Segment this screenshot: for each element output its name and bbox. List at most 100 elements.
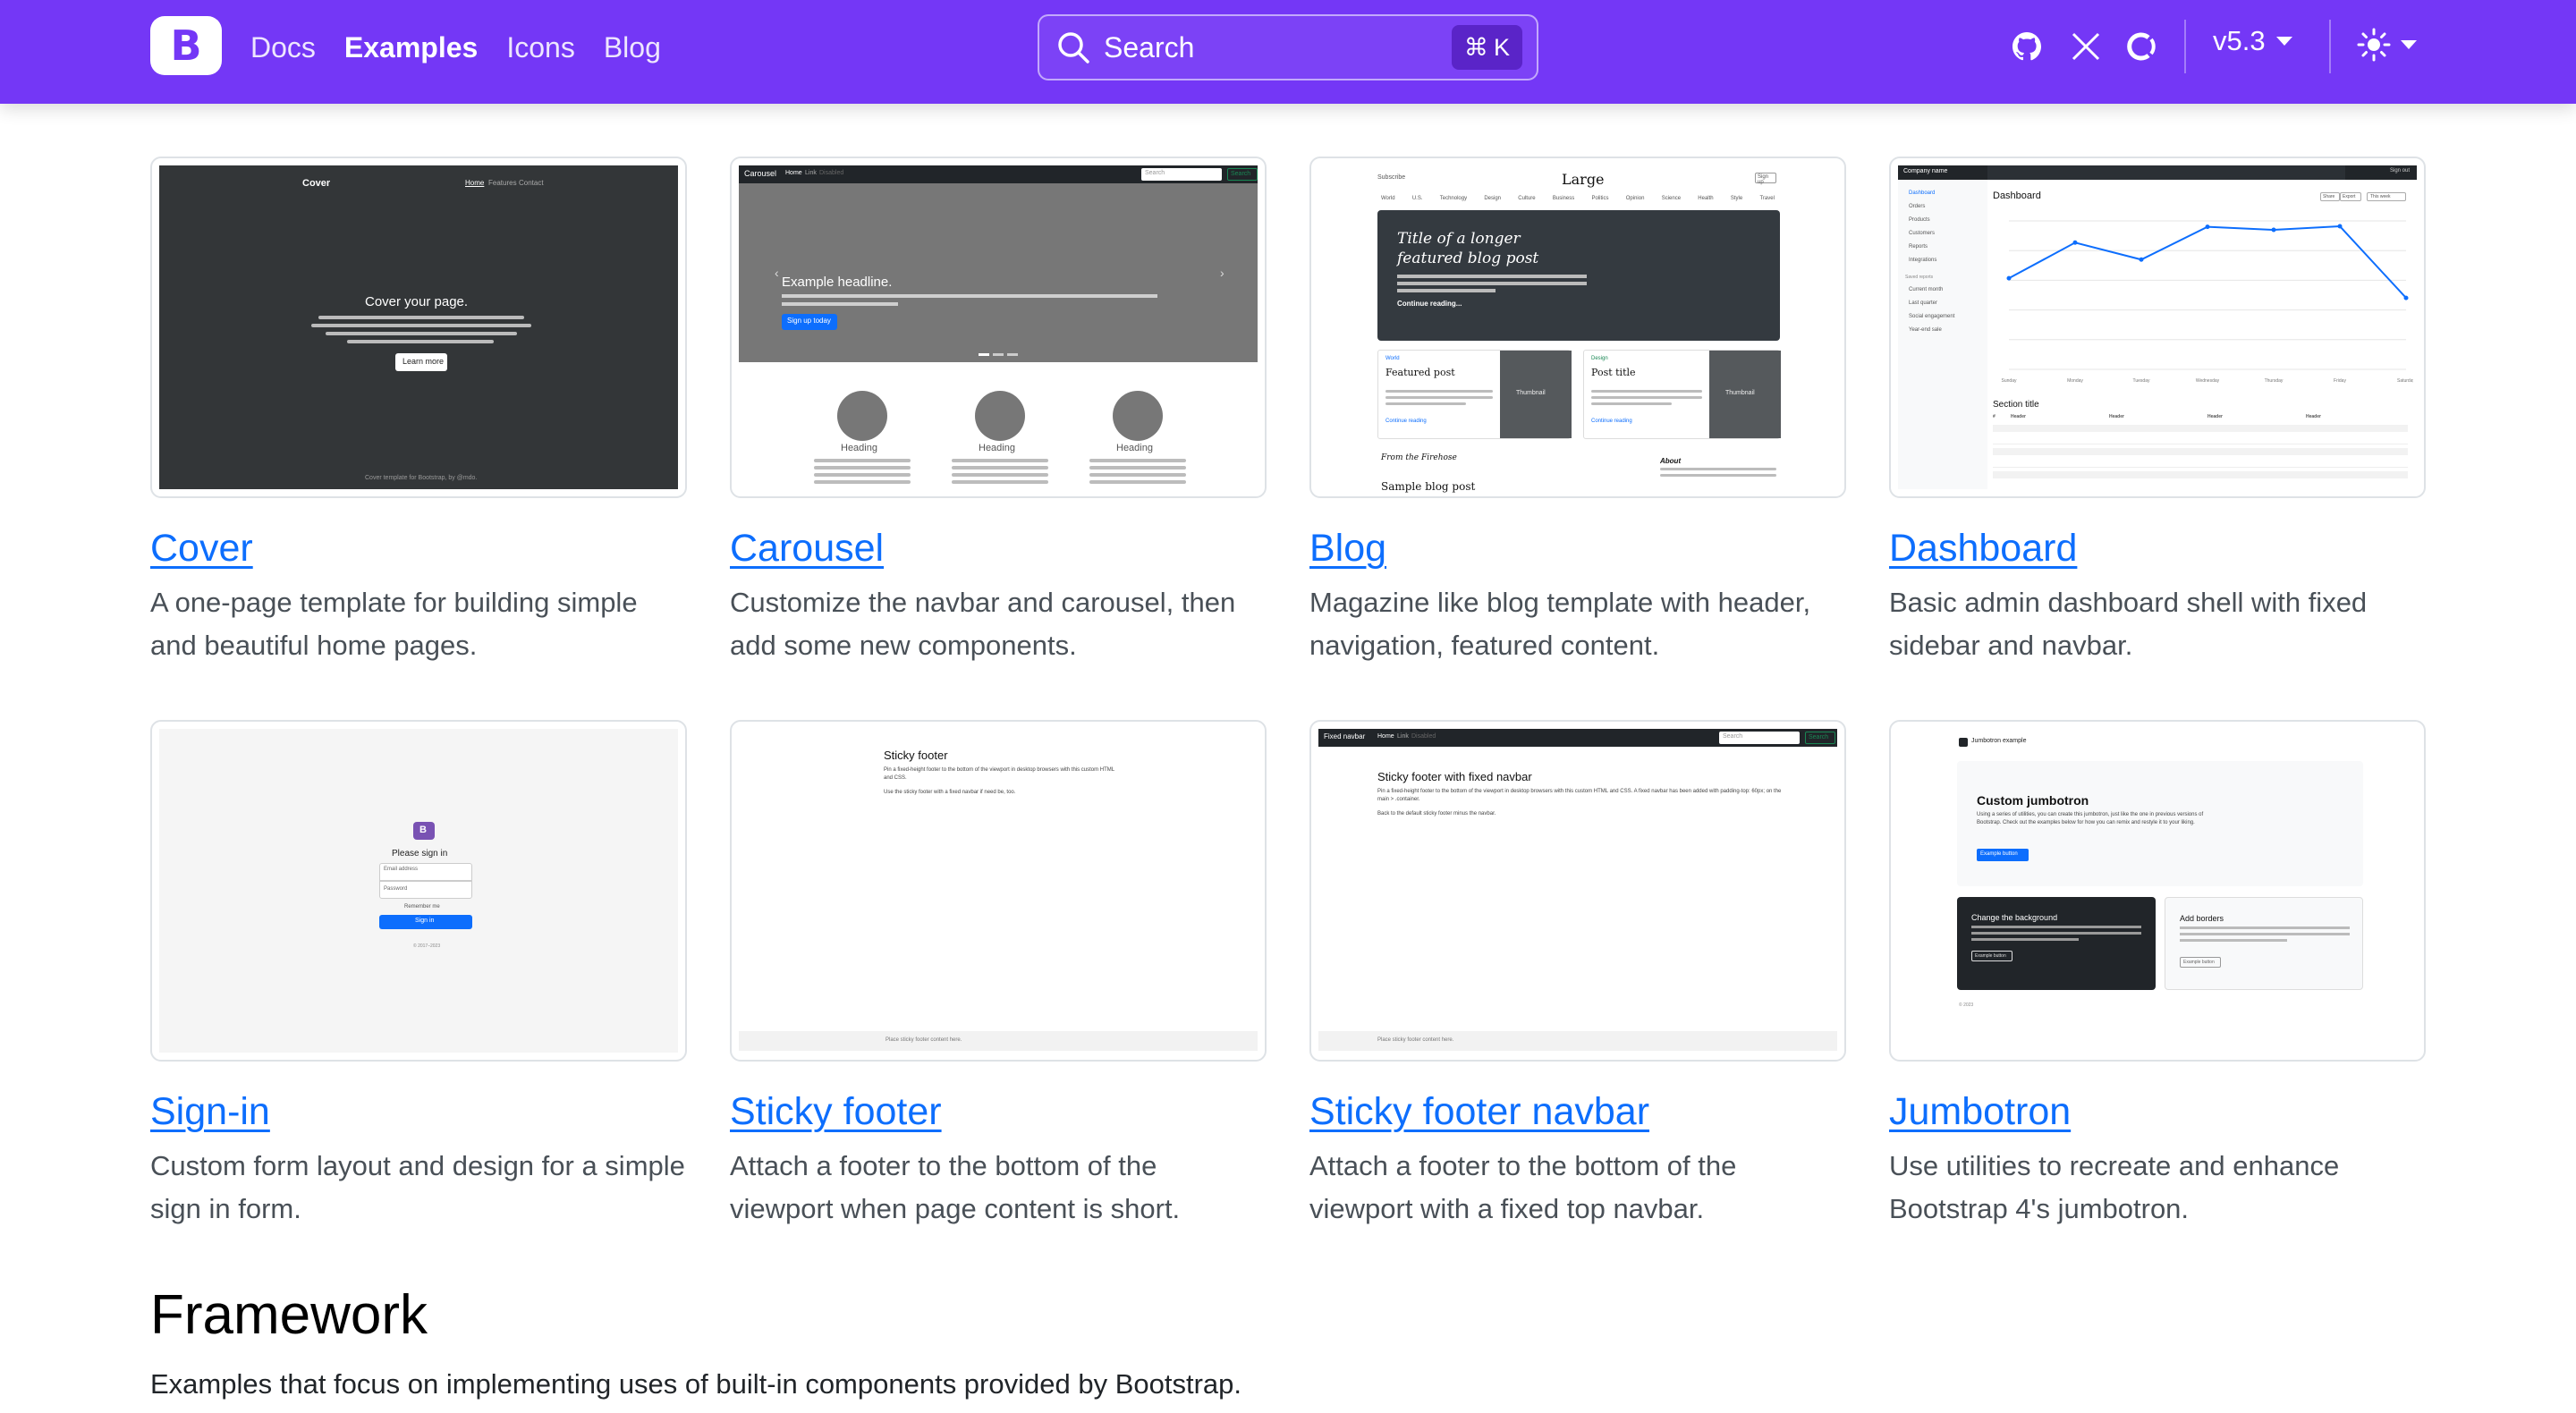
command-key-icon: ⌘: [1463, 33, 1488, 62]
chart-x-tick-label: Monday: [2067, 378, 2083, 384]
top-navbar: B Docs Examples Icons Blog Search ⌘ K v5…: [0, 0, 2576, 104]
search-label: Search: [1104, 30, 1195, 63]
chart-series-line: [2008, 225, 2407, 299]
jumbotron-preview-hero: Custom jumbotron Using a series of utili…: [1957, 761, 2363, 886]
sticky-navbar-preview-text: Pin a fixed-height footer to the bottom …: [1377, 789, 1782, 802]
example-card-sign-in: B Please sign in Email address Password …: [150, 720, 687, 1231]
nav-link-icons[interactable]: Icons: [506, 31, 574, 64]
chart-point: [2139, 257, 2144, 262]
jumbotron-thumbnail[interactable]: Jumbotron example Custom jumbotron Using…: [1889, 720, 2426, 1062]
chart-point: [2006, 275, 2012, 281]
example-card-sticky-footer: Sticky footer Pin a fixed-height footer …: [730, 720, 1267, 1231]
example-link-sticky-footer[interactable]: Sticky footer: [730, 1090, 1267, 1134]
example-description-cover: A one-page template for building simple …: [150, 587, 638, 661]
x-twitter-icon[interactable]: [2070, 30, 2102, 63]
example-description-jumbotron: Use utilities to recreate and enhance Bo…: [1889, 1150, 2340, 1224]
sticky-footer-thumbnail[interactable]: Sticky footer Pin a fixed-height footer …: [730, 720, 1267, 1062]
example-link-sign-in[interactable]: Sign-in: [150, 1090, 687, 1134]
example-card-dashboard: Company name Sign out Dashboard Orders P…: [1889, 157, 2426, 667]
nav-divider: [2184, 20, 2186, 73]
bootstrap-logo[interactable]: B: [150, 16, 222, 75]
example-link-dashboard[interactable]: Dashboard: [1889, 527, 2426, 571]
opencollective-icon[interactable]: [2125, 30, 2157, 63]
shortcut-key: K: [1493, 33, 1510, 61]
sticky-preview-title: Sticky footer: [884, 749, 948, 762]
cover-learn-more-button: Learn more: [395, 353, 447, 371]
nav-divider: [2329, 20, 2331, 73]
chart-x-tick-label: Thursday: [2265, 378, 2284, 384]
chart-point: [2205, 224, 2210, 230]
chart-x-tick-label: Friday: [2334, 378, 2346, 384]
search-shortcut: ⌘ K: [1451, 25, 1522, 70]
jumbotron-preview-dark-box: Change the background Example button: [1957, 897, 2156, 990]
sticky-footer-navbar-thumbnail[interactable]: Fixed navbar Home Link Disabled Search S…: [1309, 720, 1846, 1062]
blog-preview-nav: World U.S. Technology Design Culture Bus…: [1381, 196, 1775, 201]
example-description-sticky-footer-navbar: Attach a footer to the bottom of the vie…: [1309, 1150, 1737, 1224]
theme-toggle[interactable]: [2356, 27, 2417, 63]
bootstrap-logo-letter: B: [170, 21, 202, 70]
cover-preview: Cover Home Features Contact Cover your p…: [159, 165, 678, 489]
example-description-sticky-footer: Attach a footer to the bottom of the vie…: [730, 1150, 1181, 1224]
chart-point: [2403, 295, 2409, 300]
chevron-down-icon: [2401, 40, 2417, 49]
search-button[interactable]: Search ⌘ K: [1038, 14, 1538, 80]
example-description-sign-in: Custom form layout and design for a simp…: [150, 1150, 685, 1224]
dashboard-preview-section-title: Section title: [1993, 400, 2039, 410]
chart-point: [2337, 224, 2343, 229]
sticky-preview-link: Use the sticky footer with a fixed navba…: [884, 790, 1016, 795]
cover-nav-contact: Contact: [519, 179, 544, 187]
sign-in-preview: B Please sign in Email address Password …: [159, 729, 678, 1053]
sticky-navbar-preview-title: Sticky footer with fixed navbar: [1377, 770, 1532, 783]
sticky-preview-text: Pin a fixed-height footer to the bottom …: [884, 767, 1114, 781]
blog-preview-card-1: World Featured post Continue reading Thu…: [1377, 350, 1572, 439]
cover-nav-features: Features: [488, 179, 517, 187]
section-description-framework: Examples that focus on implementing uses…: [150, 1368, 1241, 1400]
carousel-preview-navbar: Carousel Home Link Disabled Search Searc…: [739, 165, 1258, 183]
github-icon[interactable]: [2011, 30, 2043, 63]
chart-x-tick-label: Tuesday: [2133, 378, 2150, 384]
blog-thumbnail[interactable]: Subscribe Large Sign up World U.S. Techn…: [1309, 157, 1846, 498]
example-link-cover[interactable]: Cover: [150, 527, 687, 571]
main-nav: Docs Examples Icons Blog: [250, 0, 661, 95]
chart-point: [2271, 227, 2276, 233]
sticky-preview-footer: Place sticky footer content here.: [739, 1031, 1258, 1051]
cover-nav-home: Home: [465, 179, 485, 187]
search-icon: [1058, 32, 1089, 63]
nav-link-examples[interactable]: Examples: [344, 31, 478, 64]
sign-in-thumbnail[interactable]: B Please sign in Email address Password …: [150, 720, 687, 1062]
chart-x-tick-label: Saturday: [2397, 378, 2413, 384]
dashboard-preview-chart: Sunday Monday Tuesday Wednesday Thursday Frid…: [2002, 220, 2413, 384]
carousel-thumbnail[interactable]: Carousel Home Link Disabled Search Searc…: [730, 157, 1267, 498]
cover-thumbnail[interactable]: Cover Home Features Contact Cover your p…: [150, 157, 687, 498]
example-link-jumbotron[interactable]: Jumbotron: [1889, 1090, 2426, 1134]
example-card-cover: Cover Home Features Contact Cover your p…: [150, 157, 687, 667]
sticky-navbar-preview-footer: Place sticky footer content here.: [1318, 1031, 1837, 1051]
dashboard-preview-sidebar: Dashboard Orders Products Customers Repo…: [1898, 180, 1987, 489]
cover-footer: Cover template for Bootstrap, by @mdo.: [365, 475, 478, 481]
example-link-blog[interactable]: Blog: [1309, 527, 1846, 571]
cover-brand: Cover: [302, 178, 331, 189]
nav-link-docs[interactable]: Docs: [250, 31, 316, 64]
version-label: v5.3: [2213, 25, 2266, 56]
chevron-down-icon: [2275, 37, 2292, 46]
chart-x-tick-label: Sunday: [2002, 378, 2017, 384]
example-card-sticky-footer-navbar: Fixed navbar Home Link Disabled Search S…: [1309, 720, 1846, 1231]
underlying-text: [729, 18, 737, 51]
section-title-framework: Framework: [150, 1284, 428, 1346]
example-link-carousel[interactable]: Carousel: [730, 527, 1267, 571]
dashboard-thumbnail[interactable]: Company name Sign out Dashboard Orders P…: [1889, 157, 2426, 498]
carousel-preview-slide: Example headline. Sign up today ‹ ›: [739, 183, 1258, 362]
cover-headline: Cover your page.: [365, 294, 469, 309]
version-dropdown[interactable]: v5.3: [2213, 25, 2292, 57]
dashboard-preview-table: # Header Header Header Header: [1993, 414, 2408, 487]
blog-preview-card-2: Design Post title Continue reading Thumb…: [1583, 350, 1781, 439]
chart-x-tick-label: Wednesday: [2196, 378, 2220, 384]
example-card-jumbotron: Jumbotron example Custom jumbotron Using…: [1889, 720, 2426, 1231]
dashboard-preview-navbar: Company name Sign out: [1898, 165, 2417, 180]
nav-link-blog[interactable]: Blog: [604, 31, 661, 64]
example-description-blog: Magazine like blog template with header,…: [1309, 587, 1811, 661]
example-description-dashboard: Basic admin dashboard shell with fixed s…: [1889, 587, 2368, 661]
example-link-sticky-footer-navbar[interactable]: Sticky footer navbar: [1309, 1090, 1846, 1134]
example-description-carousel: Customize the navbar and carousel, then …: [730, 587, 1236, 661]
sticky-navbar-preview-link: Back to the default sticky footer minus …: [1377, 811, 1496, 816]
